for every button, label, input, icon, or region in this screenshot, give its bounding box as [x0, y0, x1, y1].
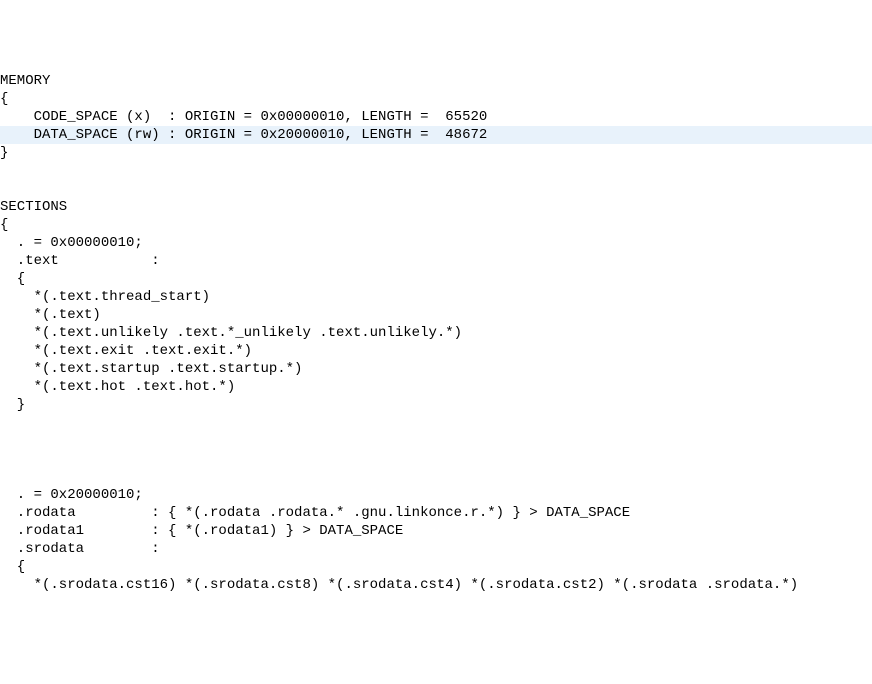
- code-line: }: [0, 144, 872, 162]
- code-line: [0, 180, 872, 198]
- code-line: . = 0x20000010;: [0, 486, 872, 504]
- code-line: *(.text): [0, 306, 872, 324]
- code-line: CODE_SPACE (x) : ORIGIN = 0x00000010, LE…: [0, 108, 872, 126]
- code-line: [0, 162, 872, 180]
- code-line: [0, 468, 872, 486]
- code-block: MEMORY{ CODE_SPACE (x) : ORIGIN = 0x0000…: [0, 72, 872, 594]
- code-line: SECTIONS: [0, 198, 872, 216]
- code-line: {: [0, 270, 872, 288]
- code-line: {: [0, 216, 872, 234]
- code-line: .rodata : { *(.rodata .rodata.* .gnu.lin…: [0, 504, 872, 522]
- code-line: [0, 432, 872, 450]
- code-line: .rodata1 : { *(.rodata1) } > DATA_SPACE: [0, 522, 872, 540]
- code-line: . = 0x00000010;: [0, 234, 872, 252]
- code-line: *(.text.thread_start): [0, 288, 872, 306]
- code-line: *(.text.startup .text.startup.*): [0, 360, 872, 378]
- code-line: *(.text.exit .text.exit.*): [0, 342, 872, 360]
- code-line: .text :: [0, 252, 872, 270]
- code-line: .srodata :: [0, 540, 872, 558]
- code-line: [0, 414, 872, 432]
- code-line: DATA_SPACE (rw) : ORIGIN = 0x20000010, L…: [0, 126, 872, 144]
- code-line: {: [0, 558, 872, 576]
- code-line: [0, 450, 872, 468]
- code-line: *(.text.unlikely .text.*_unlikely .text.…: [0, 324, 872, 342]
- code-line: }: [0, 396, 872, 414]
- code-line: *(.srodata.cst16) *(.srodata.cst8) *(.sr…: [0, 576, 872, 594]
- code-line: *(.text.hot .text.hot.*): [0, 378, 872, 396]
- code-line: {: [0, 90, 872, 108]
- code-line: MEMORY: [0, 72, 872, 90]
